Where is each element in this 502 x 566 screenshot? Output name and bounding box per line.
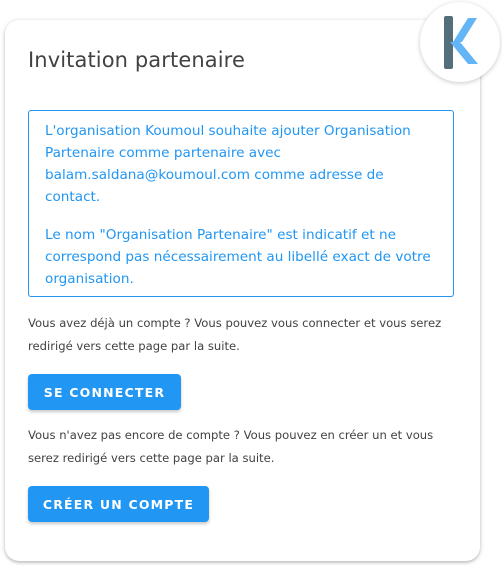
page: Invitation partenaire L'organisation Kou… [0, 0, 502, 566]
login-button[interactable]: SE CONNECTER [28, 374, 181, 410]
create-account-button[interactable]: CRÉER UN COMPTE [28, 486, 209, 522]
organisation-name-notice: Le nom "Organisation Partenaire" est ind… [45, 227, 431, 287]
signup-help-text: Vous n'avez pas encore de compte ? Vous … [28, 428, 434, 465]
login-help-text: Vous avez déjà un compte ? Vous pouvez v… [28, 316, 442, 353]
card-title: Invitation partenaire [28, 48, 245, 72]
invitation-info-box: L'organisation Koumoul souhaite ajouter … [28, 110, 454, 297]
koumoul-logo [420, 2, 500, 82]
invitation-info-text: L'organisation Koumoul souhaite ajouter … [45, 123, 411, 205]
partner-invitation-card: Invitation partenaire L'organisation Kou… [5, 20, 480, 561]
koumoul-k-logo-icon [444, 16, 478, 69]
